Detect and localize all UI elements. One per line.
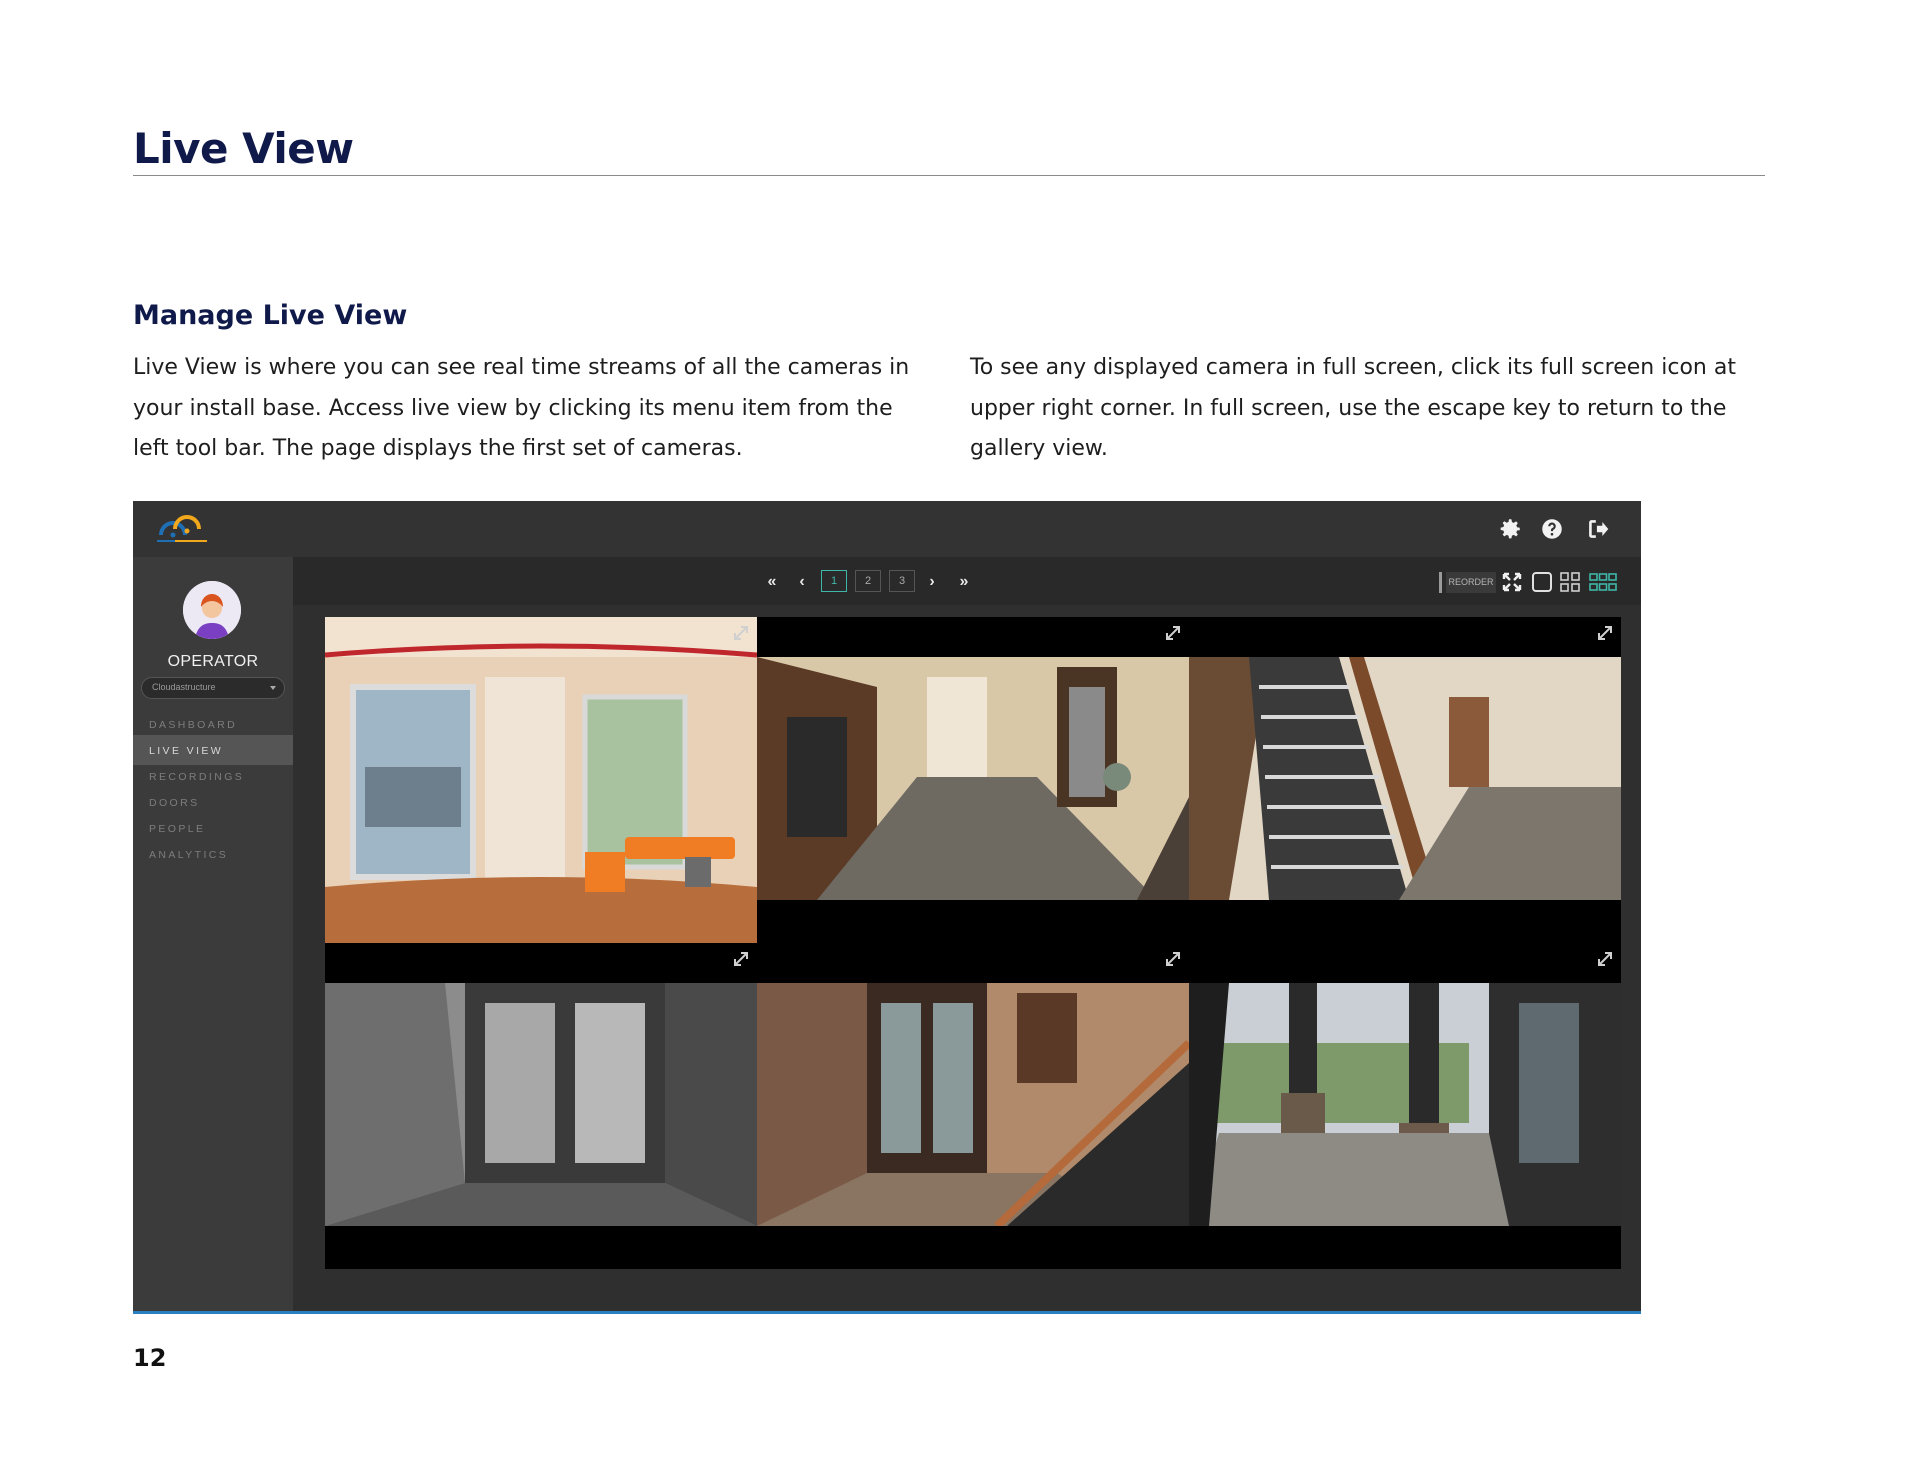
nav-label: PEOPLE [149,823,206,835]
grid-2x2-layout-icon[interactable] [1559,571,1581,593]
camera-feed [325,983,757,1226]
fullscreen-icon[interactable] [1501,571,1523,593]
camera-tile-stairwell[interactable] [1189,617,1621,943]
sidebar: OPERATOR Cloudastructure DASHBOARD LIVE … [133,557,293,1311]
camera-feed [325,617,757,943]
camera-tile-outdoor-porch[interactable] [1189,943,1621,1269]
chevron-down-icon [270,686,276,690]
grid-3x2-layout-icon[interactable] [1589,571,1617,593]
camera-feed [757,983,1189,1226]
help-icon[interactable] [1539,516,1565,542]
title-divider [133,175,1765,176]
live-view-content: « ‹ 1 2 3 › » REORDER [293,557,1641,1311]
nav-label: LIVE VIEW [149,745,224,757]
cloudastructure-logo [157,515,207,542]
last-page-button[interactable]: » [951,571,977,593]
camera-tile-entry-doors[interactable] [757,943,1189,1269]
expand-icon[interactable] [731,623,751,643]
reorder-button[interactable]: REORDER [1446,572,1496,593]
camera-feed [757,657,1189,900]
expand-icon[interactable] [731,949,751,969]
prev-page-button[interactable]: ‹ [793,571,811,593]
camera-tile-rear-door[interactable] [325,943,757,1269]
camera-feed [1189,657,1621,900]
nav-label: DOORS [149,797,200,809]
camera-tile-lobby-entrance[interactable] [325,617,757,943]
organization-name: Cloudastructure [152,682,216,692]
live-view-toolbar: « ‹ 1 2 3 › » REORDER [293,557,1641,605]
nav-label: ANALYTICS [149,849,229,861]
user-role: OPERATOR [167,653,259,670]
camera-feed [1189,983,1621,1226]
nav-item-analytics[interactable]: ANALYTICS [133,839,293,869]
intro-paragraph: Live View is where you can see real time… [133,355,910,461]
camera-tile-hallway-elevator[interactable] [757,617,1189,943]
single-layout-icon[interactable] [1531,571,1553,593]
next-page-button[interactable]: › [923,571,941,593]
first-page-button[interactable]: « [759,571,785,593]
camera-grid [325,617,1621,1269]
page-2-button[interactable]: 2 [855,570,881,592]
expand-icon[interactable] [1595,623,1615,643]
page-3-button[interactable]: 3 [889,570,915,592]
fullscreen-paragraph: To see any displayed camera in full scre… [970,355,1736,461]
toolbar-divider [1439,572,1442,593]
nav-label: RECORDINGS [149,771,245,783]
nav-label: DASHBOARD [149,719,238,731]
live-view-app-screenshot: OPERATOR Cloudastructure DASHBOARD LIVE … [133,501,1641,1314]
user-avatar[interactable] [183,581,241,639]
page-title: Live View [133,124,354,173]
app-header [133,501,1641,557]
expand-icon[interactable] [1163,949,1183,969]
page-1-button[interactable]: 1 [821,570,847,592]
page-number: 12 [133,1344,167,1372]
section-heading: Manage Live View [133,300,408,331]
gear-icon[interactable] [1497,516,1523,542]
logout-icon[interactable] [1585,516,1611,542]
expand-icon[interactable] [1595,949,1615,969]
expand-icon[interactable] [1163,623,1183,643]
organization-select[interactable]: Cloudastructure [141,677,285,699]
